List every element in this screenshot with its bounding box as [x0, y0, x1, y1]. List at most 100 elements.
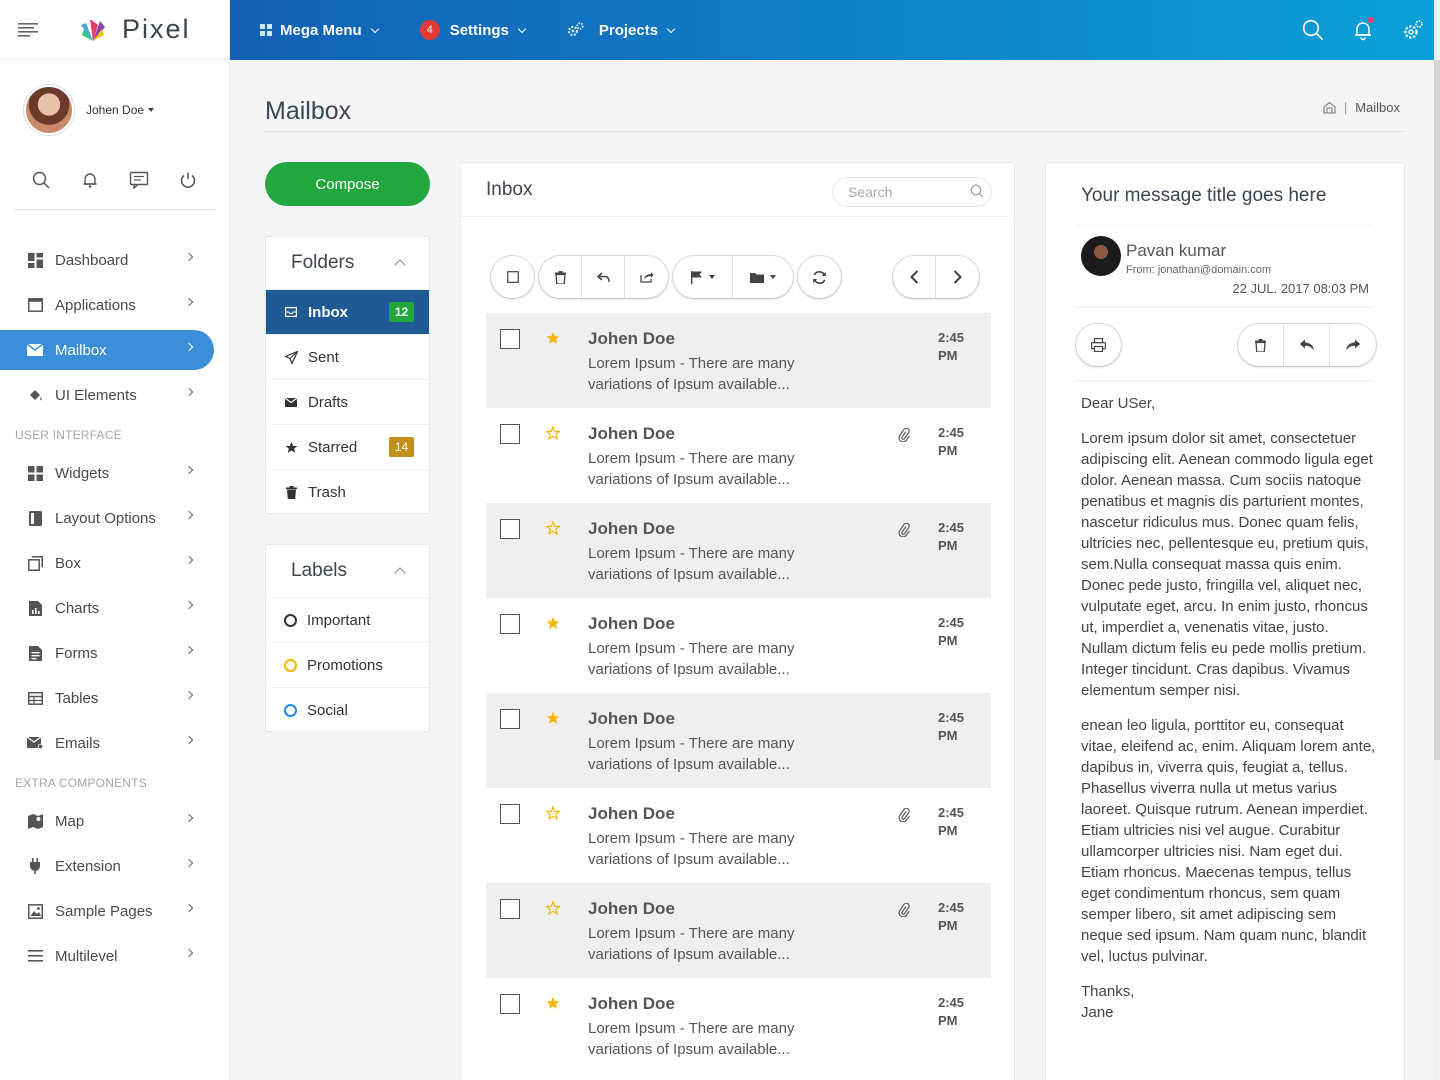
message-row[interactable]: Johen Doe Lorem Ipsum - There are many va…: [486, 883, 991, 978]
chat-icon[interactable]: [129, 170, 149, 190]
prev-page-button[interactable]: [893, 256, 936, 298]
message-checkbox[interactable]: [500, 329, 520, 349]
chevron-right-icon: [184, 690, 194, 700]
sidebar-item-forms[interactable]: Forms: [0, 633, 214, 673]
chevron-up-icon[interactable]: [394, 567, 406, 579]
folder-drafts[interactable]: Drafts: [266, 379, 429, 424]
sender-avatar[interactable]: [1081, 236, 1121, 276]
message-row[interactable]: Johen Doe Lorem Ipsum - There are many va…: [486, 788, 991, 883]
compose-button[interactable]: Compose: [265, 162, 430, 206]
sidebar-item-widgets[interactable]: Widgets: [0, 453, 214, 493]
share-button[interactable]: [625, 256, 668, 298]
share-icon: [639, 272, 653, 283]
message-row[interactable]: Johen Doe Lorem Ipsum - There are many va…: [486, 313, 991, 408]
message-checkbox[interactable]: [500, 994, 520, 1014]
folder-dropdown[interactable]: [733, 256, 793, 298]
sidebar-item-ui-elements[interactable]: UI Elements: [0, 375, 214, 415]
projects-label: Projects: [598, 21, 659, 39]
search-input[interactable]: [832, 177, 992, 207]
next-page-button[interactable]: [936, 256, 979, 298]
label-social[interactable]: Social: [266, 687, 429, 732]
chevron-right-icon: [184, 735, 194, 745]
sidebar-item-emails[interactable]: Emails: [0, 723, 214, 763]
star-filled-icon[interactable]: [546, 996, 560, 1010]
folders-header[interactable]: Folders: [266, 237, 429, 289]
sidebar-item-tables[interactable]: Tables: [0, 678, 214, 718]
star-filled-icon[interactable]: [546, 616, 560, 630]
star-outline-icon[interactable]: [546, 521, 560, 535]
hamburger-menu-icon[interactable]: [18, 22, 42, 37]
label-promotions[interactable]: Promotions: [266, 642, 429, 687]
reply-message-button[interactable]: [1284, 324, 1330, 366]
sidebar-item-label: UI Elements: [55, 386, 137, 404]
divider: [1074, 380, 1374, 381]
forward-message-button[interactable]: [1330, 324, 1376, 366]
message-checkbox[interactable]: [500, 804, 520, 824]
delete-message-button[interactable]: [1238, 324, 1284, 366]
message-time: 2:45 PM: [938, 330, 965, 363]
avatar[interactable]: [24, 85, 74, 135]
star-outline-icon[interactable]: [546, 901, 560, 915]
notification-bell-icon[interactable]: [1352, 17, 1374, 41]
message-checkbox[interactable]: [500, 899, 520, 919]
star-filled-icon[interactable]: [546, 331, 560, 345]
folder-starred[interactable]: Starred 14: [266, 424, 429, 469]
message-row[interactable]: Johen Doe Lorem Ipsum - There are many va…: [486, 503, 991, 598]
message-checkbox[interactable]: [500, 424, 520, 444]
user-menu-toggle[interactable]: Johen Doe: [86, 103, 155, 117]
box-icon: [27, 555, 43, 571]
delete-button[interactable]: [539, 256, 582, 298]
sidebar-item-map[interactable]: Map: [0, 801, 214, 841]
flag-dropdown[interactable]: [673, 256, 733, 298]
labels-header[interactable]: Labels: [266, 545, 429, 597]
home-icon[interactable]: [1323, 101, 1336, 114]
sidebar-item-sample-pages[interactable]: Sample Pages: [0, 891, 214, 931]
message-snippet: Lorem Ipsum - There are many variations …: [588, 355, 795, 393]
message-row[interactable]: Johen Doe Lorem Ipsum - There are many va…: [486, 978, 991, 1073]
star-outline-icon[interactable]: [546, 426, 560, 440]
message-row[interactable]: Johen Doe Lorem Ipsum - There are many va…: [486, 408, 991, 503]
sidebar-item-applications[interactable]: Applications: [0, 285, 214, 325]
mega-menu-label: Mega Menu: [280, 21, 362, 39]
message-snippet: Lorem Ipsum - There are many variations …: [588, 1020, 795, 1058]
sidebar-item-dashboard[interactable]: Dashboard: [0, 240, 214, 280]
search-icon[interactable]: [970, 184, 984, 198]
message-row[interactable]: Johen Doe Lorem Ipsum - There are many va…: [486, 693, 991, 788]
message-checkbox[interactable]: [500, 614, 520, 634]
folder-trash[interactable]: Trash: [266, 469, 429, 514]
trash-icon: [1255, 338, 1266, 352]
projects-menu-toggle[interactable]: Projects: [567, 21, 676, 39]
power-icon[interactable]: [178, 170, 198, 190]
print-button[interactable]: [1076, 324, 1121, 366]
sidebar-item-layout-options[interactable]: Layout Options: [0, 498, 214, 538]
sidebar-item-label: Extension: [55, 857, 121, 875]
message-checkbox[interactable]: [500, 709, 520, 729]
message-row[interactable]: Johen Doe Lorem Ipsum - There are many va…: [486, 598, 991, 693]
settings-cog-icon[interactable]: [1402, 19, 1424, 41]
sidebar-item-multilevel[interactable]: Multilevel: [0, 936, 214, 976]
chevron-right-icon: [953, 270, 962, 284]
reply-button[interactable]: [582, 256, 625, 298]
chevron-up-icon[interactable]: [394, 259, 406, 271]
star-outline-icon[interactable]: [546, 806, 560, 820]
select-all-checkbox[interactable]: [491, 256, 534, 298]
search-icon[interactable]: [31, 170, 51, 190]
message-checkbox[interactable]: [500, 519, 520, 539]
message-sender: Johen Doe: [588, 614, 675, 633]
sidebar-item-mailbox[interactable]: Mailbox: [0, 330, 214, 370]
mega-menu-toggle[interactable]: Mega Menu: [260, 21, 379, 39]
bell-icon[interactable]: [80, 170, 100, 190]
sidebar-item-box[interactable]: Box: [0, 543, 214, 583]
star-filled-icon[interactable]: [546, 711, 560, 725]
refresh-button[interactable]: [798, 256, 841, 298]
sidebar-item-extension[interactable]: Extension: [0, 846, 214, 886]
page-scrollbar-thumb[interactable]: [1434, 60, 1440, 760]
label-important[interactable]: Important: [266, 597, 429, 642]
paperclip-icon: [898, 808, 910, 822]
folder-sent[interactable]: Sent: [266, 334, 429, 379]
sidebar-item-charts[interactable]: Charts: [0, 588, 214, 628]
folder-inbox[interactable]: Inbox 12: [266, 289, 429, 334]
sidebar-item-label: Widgets: [55, 464, 110, 482]
settings-menu-toggle[interactable]: 4 Settings: [419, 20, 527, 40]
search-icon[interactable]: [1302, 19, 1324, 41]
